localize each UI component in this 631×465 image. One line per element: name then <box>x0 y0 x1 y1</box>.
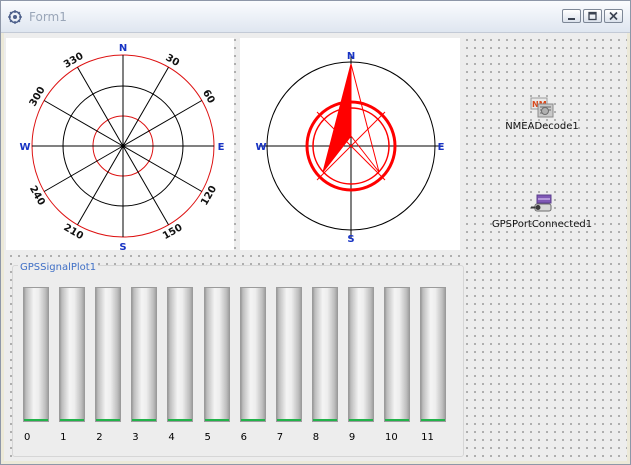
signal-bar-label: 4 <box>168 432 175 443</box>
signal-bar <box>420 287 447 422</box>
sky-spoke <box>43 100 124 147</box>
compass-label-w: W <box>255 142 266 153</box>
compass[interactable]: N E S W <box>240 38 460 250</box>
signal-bar-label: 2 <box>96 432 103 443</box>
maximize-button[interactable] <box>583 9 602 23</box>
sky-degree-label: 210 <box>61 222 85 242</box>
sky-degree-label: 300 <box>28 85 48 109</box>
sky-spoke <box>122 66 169 147</box>
signal-bar-level <box>385 419 409 421</box>
sky-label-s: S <box>119 242 126 250</box>
signal-bar-level <box>421 419 446 421</box>
compass-label-n: N <box>347 51 355 62</box>
nmea-icon: NM <box>530 97 554 118</box>
sky-spoke <box>122 100 203 147</box>
signal-bar <box>347 287 374 422</box>
signal-bar-label: 5 <box>204 432 211 443</box>
gps-port-label: GPSPortConnected1 <box>491 219 593 230</box>
sky-degree-label: 30 <box>163 52 181 69</box>
signal-bar <box>275 287 302 422</box>
signal-bar-level <box>312 419 337 421</box>
sky-spoke <box>77 66 124 147</box>
sky-spoke <box>122 145 169 226</box>
nmea-decode-label: NMEADecode1 <box>505 121 579 132</box>
close-icon <box>609 11 618 21</box>
signal-bar-level <box>132 419 157 421</box>
gps-port-icon <box>531 194 552 212</box>
title-bar[interactable]: Form1 <box>1 1 630 33</box>
sky-spoke <box>122 145 203 192</box>
signal-bar <box>23 287 49 422</box>
signal-bar-label: 10 <box>385 432 398 443</box>
compass-needle-outline <box>350 63 380 173</box>
signal-bar <box>311 287 338 422</box>
signal-bar-label: 7 <box>276 432 284 443</box>
sky-spoke <box>77 145 124 226</box>
sky-label-w: W <box>19 142 30 153</box>
signal-bar <box>167 287 194 422</box>
nmea-decode-component[interactable]: NM NMEADecode1 <box>482 95 602 132</box>
minimize-icon <box>568 18 575 20</box>
gps-signal-plot-title: GPSSignalPlot1 <box>18 262 99 273</box>
signal-bar-label: 6 <box>240 432 247 443</box>
maximize-icon <box>588 11 597 21</box>
signal-bar <box>203 287 230 422</box>
form-designer-surface[interactable]: N E S W 30 60 120 150 210 240 300 330 N E S W N… <box>4 33 627 461</box>
minimize-button[interactable] <box>562 9 581 23</box>
signal-bar-level <box>204 419 229 421</box>
signal-bar-label: 3 <box>132 432 139 443</box>
signal-bar <box>59 287 86 422</box>
compass-needle-filled <box>322 63 352 173</box>
sky-label-n: N <box>119 43 127 54</box>
sky-plot[interactable]: N E S W 30 60 120 150 210 240 300 330 <box>6 38 234 253</box>
signal-bar-label: 0 <box>24 432 31 443</box>
signal-bar-level <box>240 419 265 421</box>
signal-bar-label: 1 <box>60 432 67 443</box>
gps-port-component[interactable]: GPSPortConnected1 <box>482 193 602 230</box>
compass-label-e: E <box>438 142 445 153</box>
close-button[interactable] <box>604 9 623 23</box>
compass-graphic: N E S W <box>255 51 445 245</box>
sky-degree-label: 330 <box>62 51 86 71</box>
signal-bar-level <box>60 419 85 421</box>
signal-bar-level <box>96 419 121 421</box>
signal-bar-label: 9 <box>348 432 356 443</box>
signal-bar <box>239 287 266 422</box>
signal-bar-label: 11 <box>421 432 434 443</box>
signal-bar-level <box>276 419 301 421</box>
sky-degree-label: 240 <box>27 184 47 208</box>
signal-bar <box>384 287 410 422</box>
signal-bar-level <box>168 419 193 421</box>
sky-label-e: E <box>218 142 225 153</box>
app-icon <box>8 10 22 24</box>
signal-bar-level <box>24 419 48 421</box>
gps-signal-plot[interactable]: GPSSignalPlot1 0 1 2 3 4 5 6 7 8 9 10 11 <box>12 262 464 457</box>
sky-spoke <box>43 145 124 192</box>
signal-bar-label: 8 <box>312 432 320 443</box>
form-window: Form1 N E S W 30 60 120 150 210 240 300 330 <box>0 0 631 465</box>
window-title: Form1 <box>29 10 67 24</box>
signal-bar <box>95 287 122 422</box>
sky-plot-graphic: N E S W 30 60 120 150 210 240 300 330 <box>19 43 225 253</box>
sky-degree-label: 120 <box>199 184 219 208</box>
signal-bar-level <box>348 419 373 421</box>
sky-degree-label: 150 <box>161 222 185 242</box>
compass-label-s: S <box>347 234 354 245</box>
sky-degree-label: 60 <box>200 88 217 106</box>
signal-bar <box>131 287 158 422</box>
